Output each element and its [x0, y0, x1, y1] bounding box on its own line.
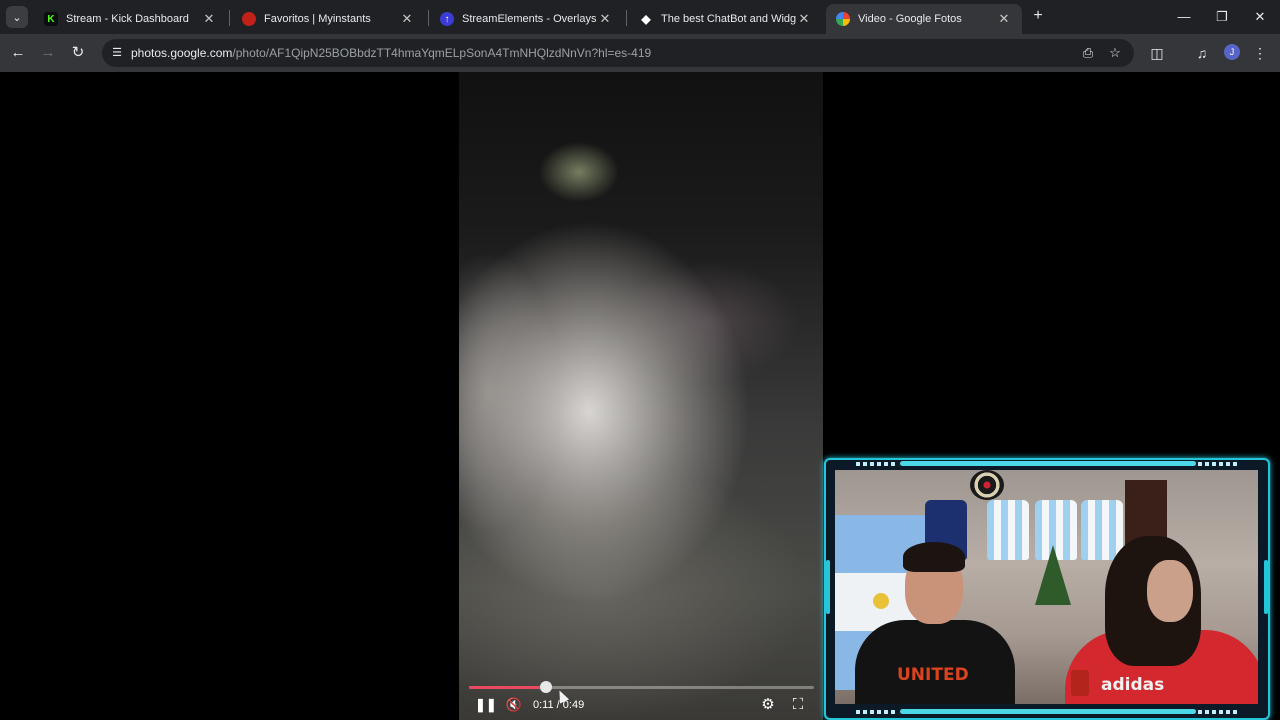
webcam-feed: UNITED adidas — [835, 470, 1258, 704]
browser-toolbar: ← → ↻ ☰ photos.google.com/photo/AF1QipN2… — [0, 34, 1280, 72]
webcam-overlay-top-bar — [900, 461, 1196, 466]
tab-close-icon[interactable]: ✕ — [399, 11, 415, 27]
tab-google-photos[interactable]: Video - Google Fotos ✕ — [826, 4, 1022, 34]
webcam-overlay-dots — [1198, 462, 1240, 466]
tab-close-icon[interactable]: ✕ — [201, 11, 217, 27]
address-bar[interactable]: ☰ photos.google.com/photo/AF1QipN25BOBbd… — [102, 39, 1134, 67]
video-progress-played — [469, 686, 547, 689]
tab-close-icon[interactable]: ✕ — [996, 11, 1012, 27]
tab-title: StreamElements - Overlays — [462, 13, 597, 25]
extensions-puzzle-icon[interactable]: ◫ — [1146, 42, 1168, 64]
new-tab-plus-icon[interactable]: + — [1028, 6, 1048, 26]
person-right-face — [1147, 560, 1193, 622]
url-text[interactable]: photos.google.com/photo/AF1QipN25BOBbdzT… — [131, 46, 651, 60]
back-arrow-icon[interactable]: ← — [7, 42, 29, 64]
jersey — [1081, 500, 1123, 560]
forward-arrow-icon[interactable]: → — [37, 42, 59, 64]
pause-icon[interactable]: ❚❚ — [475, 696, 497, 714]
jersey — [987, 500, 1029, 560]
tab-chatbot-widgets[interactable]: ◆ The best ChatBot and Widgets ✕ — [629, 4, 822, 34]
tab-separator — [229, 10, 230, 26]
webcam-overlay-side-bar — [1264, 560, 1268, 614]
streamelements-icon: ↑ — [440, 12, 454, 26]
webcam-overlay-dots — [1198, 710, 1240, 714]
tab-separator — [626, 10, 627, 26]
url-host: photos.google.com — [131, 46, 233, 60]
close-window-icon[interactable]: ✕ — [1242, 6, 1278, 28]
browser-tabstrip: ⌄ K Stream - Kick Dashboard ✕ Favoritos … — [0, 0, 1280, 34]
video-duration: 0:49 — [562, 699, 585, 711]
tab-title: Favoritos | Myinstants — [264, 13, 371, 25]
fullscreen-icon[interactable]: ⛶ — [789, 696, 807, 714]
install-app-icon[interactable]: ⎙ — [1079, 44, 1097, 62]
tab-streamelements[interactable]: ↑ StreamElements - Overlays ✕ — [430, 4, 623, 34]
tab-close-icon[interactable]: ✕ — [796, 11, 812, 27]
tab-search-chevron-icon[interactable]: ⌄ — [6, 6, 28, 28]
video-player-frame[interactable] — [459, 72, 823, 720]
tab-close-icon[interactable]: ✕ — [597, 11, 613, 27]
profile-avatar[interactable]: J — [1224, 44, 1240, 60]
restore-icon[interactable]: ❐ — [1204, 6, 1240, 28]
tab-title: The best ChatBot and Widgets — [661, 13, 796, 25]
video-current-time: 0:11 — [533, 699, 554, 711]
shirt-text-right: adidas — [1101, 675, 1165, 695]
webcam-overlay-bottom-bar — [900, 709, 1196, 714]
tab-myinstants[interactable]: Favoritos | Myinstants ✕ — [232, 4, 425, 34]
mug — [1071, 670, 1089, 696]
site-info-tune-icon[interactable]: ☰ — [108, 44, 126, 62]
menu-kebab-icon[interactable]: ⋮ — [1249, 42, 1271, 64]
christmas-tree — [1035, 545, 1071, 605]
media-control-icon[interactable]: ♫ — [1191, 42, 1213, 64]
myinstants-icon — [242, 12, 256, 26]
webcam-overlay-dots — [856, 710, 898, 714]
diamond-icon: ◆ — [641, 12, 651, 26]
url-path: /photo/AF1QipN25BOBbdzTT4hmaYqmELpSonA4T… — [232, 46, 652, 60]
video-progress-track[interactable] — [469, 681, 814, 693]
person-left-shirt — [855, 620, 1015, 704]
volume-muted-icon[interactable]: 🔇 — [505, 696, 523, 714]
kick-icon: K — [44, 12, 58, 26]
minimize-icon[interactable]: — — [1166, 6, 1202, 28]
webcam-overlay-dots — [856, 462, 898, 466]
webcam-overlay-side-bar — [826, 560, 830, 614]
dartboard — [970, 470, 1004, 500]
reload-icon[interactable]: ↻ — [67, 42, 89, 64]
settings-gear-icon[interactable]: ⚙ — [759, 696, 777, 714]
tab-title: Stream - Kick Dashboard — [66, 13, 189, 25]
tab-title: Video - Google Fotos — [858, 13, 962, 25]
person-left-hair — [903, 542, 965, 572]
bookmark-star-icon[interactable]: ☆ — [1106, 44, 1124, 62]
tab-kick-dashboard[interactable]: K Stream - Kick Dashboard ✕ — [34, 4, 227, 34]
google-photos-icon — [836, 12, 850, 26]
tab-separator — [428, 10, 429, 26]
shirt-text-left: UNITED — [897, 665, 969, 685]
